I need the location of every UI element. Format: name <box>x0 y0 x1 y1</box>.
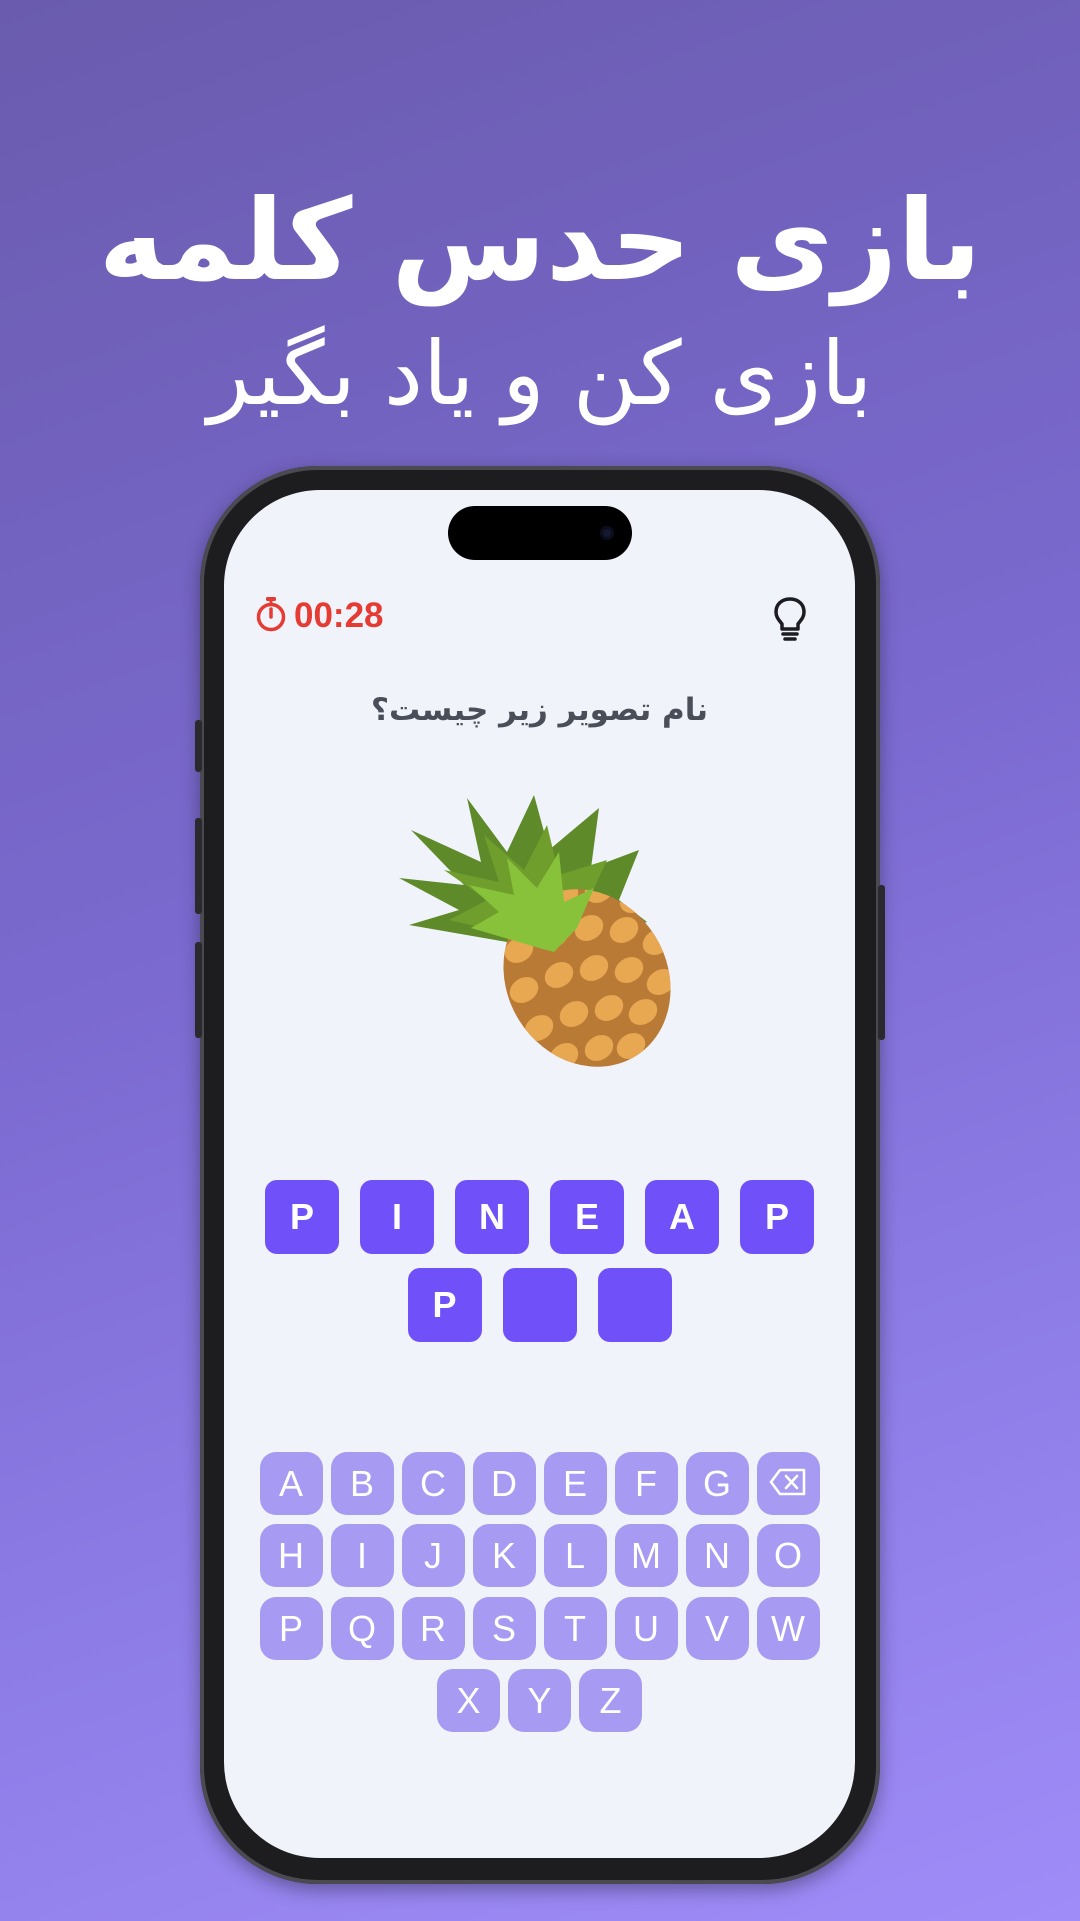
phone-action-button <box>195 720 202 772</box>
key-o[interactable]: O <box>756 1524 820 1587</box>
key-i[interactable]: I <box>330 1524 394 1587</box>
key-s[interactable]: S <box>472 1597 536 1660</box>
backspace-key[interactable] <box>756 1452 820 1515</box>
key-n[interactable]: N <box>685 1524 749 1587</box>
key-u[interactable]: U <box>614 1597 678 1660</box>
answer-row-2: P <box>224 1268 855 1342</box>
answer-slot[interactable]: E <box>550 1180 624 1254</box>
answer-row-1: P I N E A P <box>224 1180 855 1254</box>
keyboard-row-2: H I J K L M N O <box>224 1524 855 1587</box>
key-z[interactable]: Z <box>579 1669 642 1732</box>
keyboard-row-4: X Y Z <box>224 1669 855 1732</box>
answer-slot[interactable]: P <box>740 1180 814 1254</box>
key-j[interactable]: J <box>401 1524 465 1587</box>
answer-slot[interactable]: P <box>407 1268 482 1342</box>
key-y[interactable]: Y <box>508 1669 571 1732</box>
promo-title: بازی حدس کلمه <box>98 176 982 306</box>
hint-button[interactable] <box>762 590 818 646</box>
key-c[interactable]: C <box>401 1452 465 1515</box>
question-text: نام تصویر زیر چیست؟ <box>370 692 709 728</box>
backspace-icon <box>769 1463 807 1505</box>
key-t[interactable]: T <box>543 1597 607 1660</box>
key-k[interactable]: K <box>472 1524 536 1587</box>
key-r[interactable]: R <box>401 1597 465 1660</box>
phone-volume-down-button <box>195 942 202 1038</box>
keyboard-row-3: P Q R S T U V W <box>224 1597 855 1660</box>
pineapple-image <box>399 790 689 1070</box>
keyboard-row-1: A B C D E F G <box>224 1452 855 1515</box>
answer-slot[interactable]: N <box>455 1180 529 1254</box>
countdown-timer: 00:28 <box>254 596 384 636</box>
front-camera <box>600 526 614 540</box>
lightbulb-icon <box>762 597 818 650</box>
phone-volume-up-button <box>195 818 202 914</box>
answer-slot-empty[interactable] <box>597 1268 672 1342</box>
key-b[interactable]: B <box>330 1452 394 1515</box>
key-h[interactable]: H <box>259 1524 323 1587</box>
key-x[interactable]: X <box>437 1669 500 1732</box>
promo-subtitle: بازی کن و یاد بگیر <box>207 322 873 425</box>
key-l[interactable]: L <box>543 1524 607 1587</box>
key-d[interactable]: D <box>472 1452 536 1515</box>
timer-value: 00:28 <box>294 596 384 635</box>
dynamic-island <box>448 506 632 560</box>
answer-slot[interactable]: A <box>645 1180 719 1254</box>
key-m[interactable]: M <box>614 1524 678 1587</box>
key-a[interactable]: A <box>259 1452 323 1515</box>
key-f[interactable]: F <box>614 1452 678 1515</box>
key-p[interactable]: P <box>259 1597 323 1660</box>
stopwatch-icon <box>254 596 288 636</box>
app-screen: 00:28 نام تصویر زیر چیست؟ P I N E A P P … <box>224 490 855 1858</box>
answer-slot-empty[interactable] <box>502 1268 577 1342</box>
phone-power-button <box>878 885 885 1040</box>
key-e[interactable]: E <box>543 1452 607 1515</box>
key-v[interactable]: V <box>685 1597 749 1660</box>
key-q[interactable]: Q <box>330 1597 394 1660</box>
key-g[interactable]: G <box>685 1452 749 1515</box>
answer-slot[interactable]: P <box>265 1180 339 1254</box>
answer-slot[interactable]: I <box>360 1180 434 1254</box>
key-w[interactable]: W <box>756 1597 820 1660</box>
